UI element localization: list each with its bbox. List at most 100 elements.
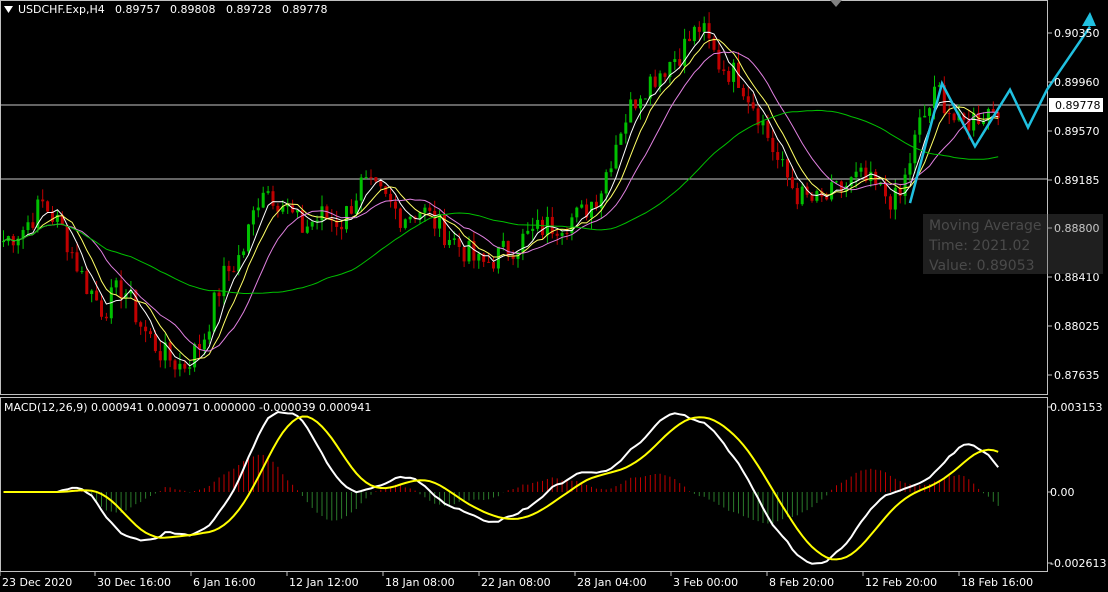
candle-body — [100, 300, 103, 317]
candle-body — [178, 363, 182, 370]
candle-body — [928, 108, 932, 116]
candle-body — [746, 96, 750, 103]
candle-body — [624, 122, 628, 134]
candle-body — [776, 152, 780, 160]
candle-body — [232, 271, 236, 273]
candle-body — [369, 177, 373, 179]
ohlc-low: 0.89728 — [226, 3, 272, 16]
candle-body — [95, 290, 99, 301]
signal-line — [3, 415, 999, 561]
chart-shift-marker-icon[interactable] — [830, 0, 842, 7]
macd-tick-label: 0.00 — [1050, 486, 1075, 499]
macd-indicator-label: MACD(12,26,9) 0.000941 0.000971 0.000000… — [4, 401, 371, 414]
time-tick-label: 12 Jan 12:00 — [289, 576, 359, 589]
time-tick-label: 18 Feb 16:00 — [961, 576, 1033, 589]
candle-body — [217, 292, 221, 297]
candle-body — [888, 196, 892, 210]
candle-body — [227, 265, 231, 272]
candle-body — [629, 99, 633, 123]
candle-body — [790, 177, 794, 189]
candle-body — [663, 73, 667, 77]
candle-body — [869, 171, 873, 182]
candle-body — [673, 59, 677, 62]
candle-body — [923, 115, 927, 118]
candle-body — [447, 239, 451, 246]
candle-body — [727, 70, 731, 82]
moving-average-lines — [3, 31, 999, 367]
candle-body — [688, 38, 691, 42]
candle-body — [188, 367, 192, 369]
candle-body — [477, 253, 481, 261]
candle-body — [918, 117, 922, 135]
candle-body — [648, 76, 652, 99]
candle-body — [256, 207, 260, 211]
candle-body — [634, 99, 638, 109]
candle-body — [678, 59, 682, 66]
time-tick-label: 18 Jan 08:00 — [385, 576, 455, 589]
candle-body — [702, 23, 706, 32]
time-tick-label: 3 Feb 00:00 — [673, 576, 738, 589]
candle-body — [80, 271, 84, 273]
chart-canvas[interactable]: USDCHF.Exp,H4 0.89757 0.89808 0.89728 0.… — [0, 0, 1108, 592]
candle-body — [247, 224, 250, 252]
macd-tick-label: 0.003153 — [1050, 401, 1103, 414]
candle-body — [619, 133, 623, 145]
candle-body — [859, 167, 863, 172]
candle-body — [506, 240, 510, 256]
time-tick-label: 22 Jan 08:00 — [481, 576, 551, 589]
tooltip-name: Moving Average — [929, 218, 1042, 234]
candle-body — [531, 228, 535, 231]
time-tick-label: 6 Jan 16:00 — [193, 576, 256, 589]
candle-body — [202, 339, 206, 350]
candle-body — [374, 177, 378, 182]
candle-body — [487, 261, 491, 263]
candle-body — [207, 331, 211, 340]
candle-body — [75, 252, 79, 272]
candle-body — [526, 230, 530, 234]
candle-body — [854, 171, 858, 178]
candle-body — [952, 113, 956, 121]
candle-body — [580, 204, 584, 208]
candle-body — [692, 26, 696, 42]
candle-body — [536, 219, 540, 229]
symbol-label: USDCHF.Exp,H4 — [18, 3, 105, 16]
candle-body — [972, 112, 976, 131]
candle-body — [604, 172, 608, 194]
price-tick-label: 0.89960 — [1054, 76, 1100, 89]
candle-body — [31, 222, 35, 228]
candle-body — [408, 216, 412, 220]
candle-body — [575, 207, 579, 218]
candle-body — [398, 208, 402, 228]
candle-body — [349, 206, 353, 214]
price-tick-label: 0.90350 — [1054, 27, 1100, 40]
macd-line — [3, 410, 999, 565]
candle-body — [741, 87, 745, 97]
time-tick-label: 12 Feb 20:00 — [865, 576, 937, 589]
candle-body — [340, 226, 344, 230]
candle-body — [786, 159, 789, 178]
candle-body — [310, 221, 314, 227]
chart-menu-arrow-icon[interactable] — [4, 6, 13, 13]
candle-body — [541, 219, 544, 236]
price-tick-label: 0.88025 — [1054, 320, 1100, 333]
macd-histogram — [61, 454, 999, 524]
candle-body — [766, 121, 770, 138]
candle-body — [149, 331, 152, 335]
ma-long-line — [3, 109, 999, 294]
candle-body — [242, 251, 246, 256]
candle-body — [423, 207, 427, 213]
candle-body — [658, 73, 662, 87]
candle-body — [697, 26, 701, 32]
forecast-arrow-head — [1082, 12, 1096, 26]
price-axis: 0.90350 0.89960 0.89570 0.89185 0.88800 … — [1048, 27, 1103, 382]
ma-slow-line — [3, 51, 999, 352]
candle-body — [394, 201, 397, 209]
candle-body — [452, 238, 456, 240]
ma-fast-line — [3, 31, 999, 367]
price-tick-label: 0.89185 — [1054, 174, 1100, 187]
tooltip-time: Time: 2021.02 — [929, 238, 1031, 254]
candle-body — [913, 134, 917, 164]
candle-body — [266, 191, 270, 193]
candle-body — [90, 290, 94, 295]
candle-body — [158, 351, 162, 361]
